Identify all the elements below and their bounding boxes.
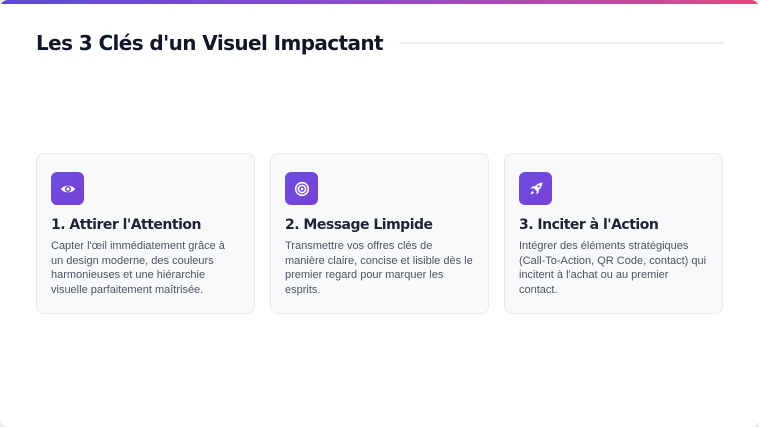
card-title: 3. Inciter à l'Action <box>519 217 659 233</box>
title-divider <box>399 42 724 44</box>
card-description: Capter l'œil immédiatement grâce à un de… <box>51 240 225 296</box>
rocket-icon <box>519 172 552 205</box>
slide: Les 3 Clés d'un Visuel Impactant 1. Atti… <box>0 0 759 427</box>
card-title: 1. Attirer l'Attention <box>51 217 201 233</box>
card-description: Intégrer des éléments stratégiques (Call… <box>519 240 707 296</box>
header: Les 3 Clés d'un Visuel Impactant <box>36 28 724 58</box>
target-icon <box>285 172 318 205</box>
top-gradient-bar <box>0 0 759 4</box>
card-action: 3. Inciter à l'Action Intégrer des éléme… <box>504 153 723 314</box>
card-message: 2. Message Limpide Transmettre vos offre… <box>270 153 489 314</box>
card-description: Transmettre vos offres clés de manière c… <box>285 240 473 296</box>
card-attention: 1. Attirer l'Attention Capter l'œil immé… <box>36 153 255 314</box>
page-title: Les 3 Clés d'un Visuel Impactant <box>36 31 384 55</box>
eye-icon <box>51 172 84 205</box>
card-title: 2. Message Limpide <box>285 217 433 233</box>
cards-row: 1. Attirer l'Attention Capter l'œil immé… <box>36 153 724 314</box>
